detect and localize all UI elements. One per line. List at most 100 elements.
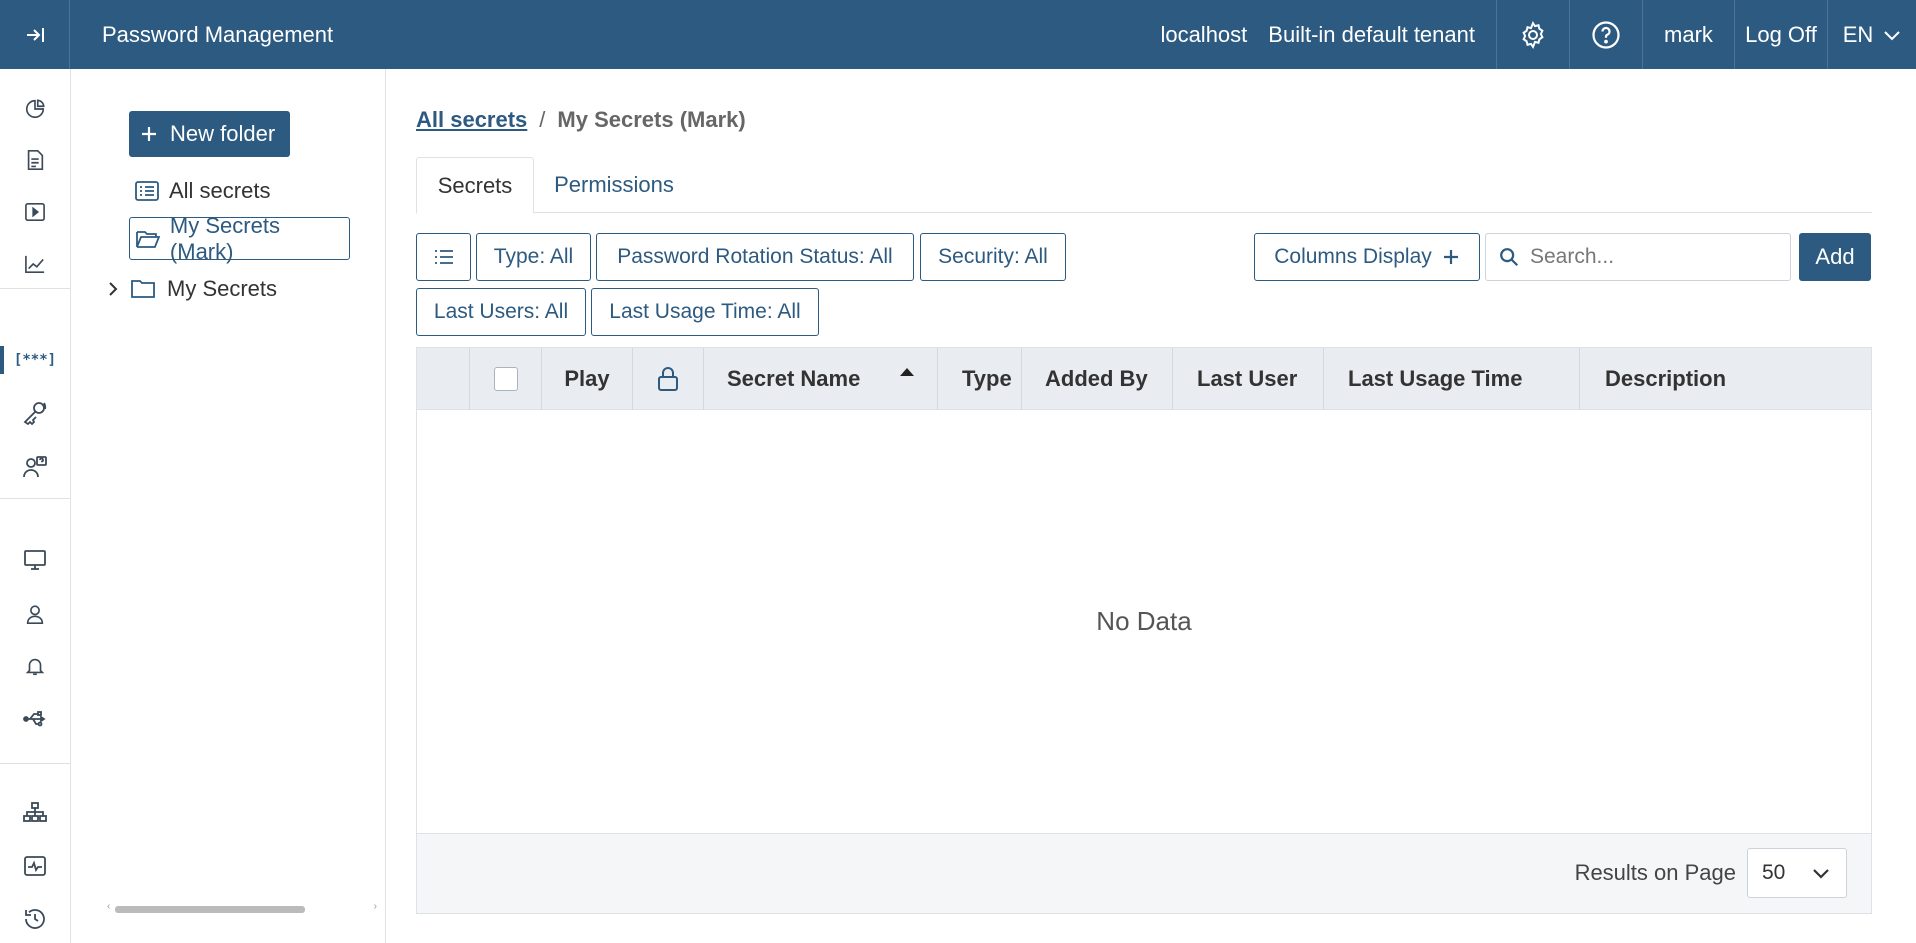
secrets-icon: [***]	[13, 352, 57, 368]
language-label: EN	[1842, 21, 1874, 47]
page-size-select[interactable]: 50	[1747, 848, 1847, 898]
nav-reports[interactable]	[0, 244, 70, 284]
help-icon	[1592, 20, 1620, 49]
nav-dashboard[interactable]	[0, 89, 70, 129]
settings-button[interactable]	[1496, 0, 1569, 69]
breadcrumb-separator: /	[539, 107, 546, 132]
nav-history[interactable]	[0, 899, 70, 939]
filter-last-users[interactable]: Last Users: All	[416, 288, 586, 336]
tree-item-my-secrets-mark[interactable]: My Secrets (Mark)	[129, 213, 350, 264]
filter-security[interactable]: Security: All	[920, 233, 1066, 281]
user-menu[interactable]: mark	[1642, 0, 1734, 69]
search-input[interactable]	[1530, 245, 1770, 269]
column-header-last-user[interactable]: Last User	[1172, 348, 1323, 410]
nav-secrets[interactable]: [***]	[0, 340, 70, 380]
chevron-right-icon[interactable]	[107, 281, 119, 297]
nav-devices[interactable]	[0, 699, 70, 739]
list-icon	[135, 181, 159, 201]
results-per-page-label: Results on Page	[1574, 860, 1736, 885]
tab-bar: Secrets Permissions	[416, 157, 1872, 214]
folder-panel: New folder All secrets My Secrets (Mark)…	[71, 69, 386, 943]
tab-permissions[interactable]: Permissions	[534, 157, 694, 213]
breadcrumb: All secrets / My Secrets (Mark)	[416, 107, 746, 133]
tree-item-my-secrets[interactable]: My Secrets	[107, 271, 277, 307]
column-header-secret-name[interactable]: Secret Name	[703, 348, 937, 410]
filter-type[interactable]: Type: All	[476, 233, 591, 281]
scroll-right-icon[interactable]: ›	[374, 901, 377, 912]
plus-icon	[1443, 250, 1458, 264]
column-header-play[interactable]: Play	[541, 348, 632, 410]
app-title: Password Management	[102, 21, 334, 47]
folder-open-icon	[136, 230, 160, 248]
list-view-icon	[434, 250, 453, 264]
tab-secrets[interactable]: Secrets	[416, 157, 534, 214]
host-label: localhost	[1160, 21, 1248, 47]
monitor-icon	[24, 550, 46, 570]
sitemap-icon	[23, 802, 47, 822]
column-header-lock[interactable]	[632, 348, 703, 410]
trend-chart-icon	[25, 255, 45, 273]
folder-icon	[131, 280, 155, 298]
document-icon	[27, 150, 44, 170]
activity-monitor-icon	[24, 856, 46, 876]
play-icon	[25, 203, 45, 221]
language-selector[interactable]: EN	[1827, 0, 1916, 69]
column-header-added-by[interactable]: Added By	[1021, 348, 1172, 410]
nav-network[interactable]	[0, 792, 70, 832]
scroll-left-icon[interactable]: ‹	[107, 901, 110, 912]
pie-chart-icon	[25, 99, 45, 119]
history-icon	[25, 909, 45, 929]
select-all-column	[469, 348, 541, 410]
user-question-icon	[23, 456, 47, 478]
left-navigation: [***]	[0, 69, 71, 943]
tree-item-all-secrets[interactable]: All secrets	[135, 173, 270, 209]
nav-computers[interactable]	[0, 540, 70, 580]
nav-monitoring[interactable]	[0, 846, 70, 886]
chevron-down-icon	[1813, 869, 1829, 879]
nav-documents[interactable]	[0, 140, 70, 180]
filter-rotation-status[interactable]: Password Rotation Status: All	[596, 233, 914, 281]
empty-state: No Data	[1096, 606, 1192, 636]
new-folder-button[interactable]: New folder	[129, 111, 290, 157]
nav-alerts[interactable]	[0, 646, 70, 686]
columns-display-label: Columns Display	[1274, 245, 1432, 268]
nav-sessions[interactable]	[0, 192, 70, 232]
tree-item-label: My Secrets	[167, 276, 278, 301]
column-header-type[interactable]: Type	[937, 348, 1021, 410]
user-icon	[26, 605, 44, 624]
tenant-label: Built-in default tenant	[1268, 21, 1475, 47]
nav-access[interactable]	[0, 393, 70, 433]
add-button[interactable]: Add	[1799, 233, 1871, 281]
filter-last-usage-time[interactable]: Last Usage Time: All	[591, 288, 819, 336]
select-all-checkbox[interactable]	[493, 367, 518, 391]
tree-item-label: All secrets	[169, 178, 271, 203]
table-footer: Results on Page 50	[417, 833, 1871, 913]
lock-icon	[658, 367, 678, 391]
expand-icon	[26, 27, 44, 42]
breadcrumb-all-secrets[interactable]: All secrets	[416, 107, 527, 133]
logoff-button[interactable]: Log Off	[1734, 0, 1827, 69]
secrets-table: Play Secret Name Type Added By Last User…	[416, 347, 1872, 914]
tree-item-label: My Secrets (Mark)	[169, 212, 280, 264]
search-icon	[1500, 248, 1519, 267]
page-size-value: 50	[1762, 861, 1786, 884]
new-folder-label: New folder	[170, 121, 276, 146]
view-toggle-button[interactable]	[416, 233, 471, 281]
key-icon	[23, 402, 47, 426]
expand-sidebar-button[interactable]	[0, 0, 70, 69]
table-header: Play Secret Name Type Added By Last User…	[417, 348, 1871, 410]
nav-requests[interactable]	[0, 447, 70, 487]
usb-icon	[23, 711, 46, 727]
nav-users[interactable]	[0, 594, 70, 634]
columns-display-button[interactable]: Columns Display	[1254, 233, 1480, 281]
sort-ascending-icon[interactable]	[899, 367, 915, 377]
folder-scrollbar-thumb[interactable]	[115, 906, 305, 913]
help-button[interactable]	[1569, 0, 1642, 69]
chevron-down-icon	[1884, 30, 1900, 40]
gear-icon	[1522, 20, 1544, 49]
bell-icon	[25, 658, 45, 676]
column-header-description[interactable]: Description	[1579, 348, 1871, 410]
search-field[interactable]	[1485, 233, 1791, 281]
breadcrumb-current: My Secrets (Mark)	[557, 107, 746, 132]
column-header-last-usage-time[interactable]: Last Usage Time	[1323, 348, 1579, 410]
